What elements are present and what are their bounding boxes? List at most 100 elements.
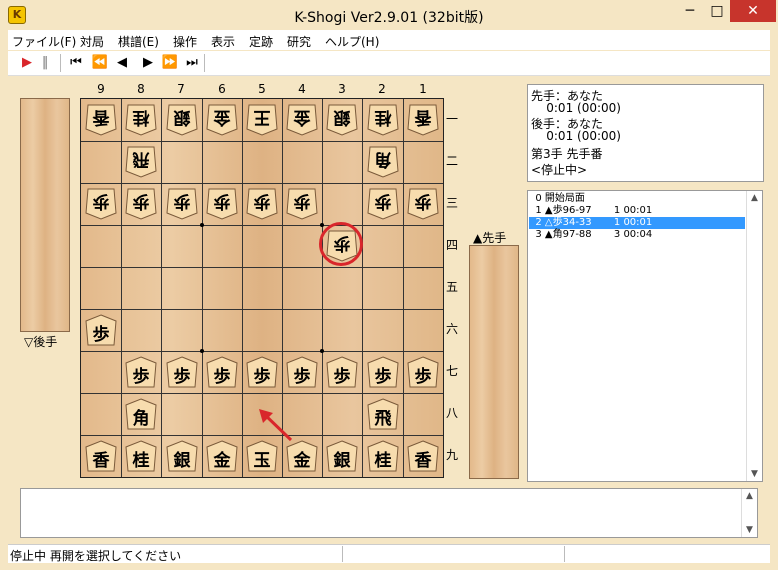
sente-piece[interactable]: 歩	[367, 355, 399, 389]
move-row[interactable]: 3 ▲角97-88 3 00:04	[529, 229, 745, 241]
menu-file[interactable]: ファイル(F)	[12, 33, 76, 50]
player-info-panel: 先手：あなた 0:01 (00:00) 後手：あなた 0:01 (00:00) …	[527, 84, 764, 182]
gote-piece[interactable]: 歩	[206, 187, 238, 221]
grid-line	[322, 99, 323, 477]
sente-piece[interactable]: 銀	[166, 439, 198, 473]
gote-piece[interactable]: 銀	[166, 103, 198, 137]
sente-piece[interactable]: 歩	[286, 355, 318, 389]
gote-piece[interactable]: 歩	[125, 187, 157, 221]
piece-label: 角	[374, 149, 392, 169]
file-label: 3	[338, 82, 346, 96]
move-row[interactable]: 1 ▲歩96-97 1 00:01	[529, 205, 745, 217]
gote-piece[interactable]: 歩	[166, 187, 198, 221]
file-label: 7	[177, 82, 185, 96]
piece-label: 角	[132, 409, 150, 429]
minimize-button[interactable]: ─	[676, 0, 704, 22]
gote-piece[interactable]: 桂	[367, 103, 399, 137]
toolbar-separator	[204, 54, 205, 72]
maximize-button[interactable]: □	[704, 0, 730, 22]
comment-box[interactable]: ▲ ▼	[20, 488, 758, 538]
grid-line	[242, 99, 243, 477]
gote-piece[interactable]: 香	[407, 103, 439, 137]
last-move-icon[interactable]: ⏭	[184, 54, 200, 72]
game-status: <停止中>	[531, 163, 588, 177]
move-row-selected[interactable]: 2 △歩34-33 1 00:01	[529, 217, 745, 229]
menu-kifu[interactable]: 棋譜(E)	[118, 33, 159, 50]
sente-piece[interactable]: 角	[125, 397, 157, 431]
scroll-up-icon[interactable]: ▲	[742, 489, 757, 503]
sente-piece[interactable]: 歩	[326, 355, 358, 389]
scroll-down-icon[interactable]: ▼	[742, 523, 757, 537]
file-label: 1	[419, 82, 427, 96]
gote-piece[interactable]: 角	[367, 145, 399, 179]
gote-piece[interactable]: 歩	[367, 187, 399, 221]
play-icon[interactable]: ▶	[20, 54, 34, 72]
piece-label: 歩	[173, 367, 191, 387]
move-list-scrollbar[interactable]: ▲ ▼	[746, 191, 762, 481]
star-point	[320, 223, 324, 227]
comment-scrollbar[interactable]: ▲ ▼	[741, 489, 757, 537]
piece-label: 歩	[293, 367, 311, 387]
pause-icon[interactable]: ‖	[38, 54, 52, 72]
sente-piece[interactable]: 桂	[367, 439, 399, 473]
rank-label: 六	[445, 322, 458, 336]
gote-piece[interactable]: 歩	[246, 187, 278, 221]
menu-kenkyu[interactable]: 研究	[287, 33, 311, 50]
step-back-icon[interactable]: ◀	[114, 54, 130, 72]
rank-label: 七	[445, 364, 458, 378]
fast-back-icon[interactable]: ⏪	[90, 54, 110, 72]
move-list[interactable]: 0 開始局面 1 ▲歩96-97 1 00:01 2 △歩34-33 1 00:…	[527, 190, 763, 482]
menu-sousa[interactable]: 操作	[173, 33, 197, 50]
gote-piece[interactable]: 金	[286, 103, 318, 137]
fast-forward-icon[interactable]: ⏩	[160, 54, 180, 72]
star-point	[320, 349, 324, 353]
piece-label: 歩	[92, 191, 110, 211]
piece-label: 歩	[213, 191, 231, 211]
sente-piece[interactable]: 金	[206, 439, 238, 473]
gote-piece[interactable]: 歩	[85, 187, 117, 221]
grid-line	[81, 141, 443, 142]
step-forward-icon[interactable]: ▶	[140, 54, 156, 72]
sente-piece[interactable]: 歩	[85, 313, 117, 347]
menu-hyouji[interactable]: 表示	[211, 33, 235, 50]
close-button[interactable]: ✕	[730, 0, 776, 22]
piece-label: 飛	[374, 409, 392, 429]
sente-piece-stand[interactable]	[469, 245, 519, 479]
file-label: 5	[258, 82, 266, 96]
grid-line	[81, 225, 443, 226]
sente-piece[interactable]: 香	[407, 439, 439, 473]
sente-piece[interactable]: 歩	[125, 355, 157, 389]
gote-piece-stand[interactable]	[20, 98, 70, 332]
sente-piece[interactable]: 銀	[326, 439, 358, 473]
sente-piece[interactable]: 歩	[246, 355, 278, 389]
gote-piece[interactable]: 歩	[407, 187, 439, 221]
first-move-icon[interactable]: ⏮	[68, 54, 84, 72]
menu-taikyoku[interactable]: 対局	[80, 33, 104, 50]
star-point	[200, 349, 204, 353]
sente-piece[interactable]: 桂	[125, 439, 157, 473]
annotation-arrow	[259, 409, 293, 442]
gote-piece[interactable]: 飛	[125, 145, 157, 179]
move-row[interactable]: 0 開始局面	[529, 193, 745, 205]
sente-piece[interactable]: 歩	[206, 355, 238, 389]
menu-help[interactable]: ヘルプ(H)	[325, 33, 379, 50]
toolbar: ▶ ‖ ⏮ ⏪ ◀ ▶ ⏩ ⏭	[8, 51, 770, 76]
piece-label: 銀	[333, 451, 351, 471]
window-title: K-Shogi Ver2.9.01 (32bit版)	[294, 10, 484, 26]
gote-piece[interactable]: 王	[246, 103, 278, 137]
gote-piece[interactable]: 金	[206, 103, 238, 137]
gote-piece[interactable]: 歩	[286, 187, 318, 221]
scroll-down-icon[interactable]: ▼	[747, 467, 762, 481]
scroll-up-icon[interactable]: ▲	[747, 191, 762, 205]
gote-piece[interactable]: 銀	[326, 103, 358, 137]
menu-joseki[interactable]: 定跡	[249, 33, 273, 50]
sente-piece[interactable]: 香	[85, 439, 117, 473]
sente-piece[interactable]: 飛	[367, 397, 399, 431]
grid-line	[81, 393, 443, 394]
sente-piece[interactable]: 歩	[407, 355, 439, 389]
gote-piece[interactable]: 桂	[125, 103, 157, 137]
piece-label: 歩	[253, 191, 271, 211]
gote-piece[interactable]: 香	[85, 103, 117, 137]
sente-piece[interactable]: 歩	[166, 355, 198, 389]
grid-line	[81, 351, 443, 352]
